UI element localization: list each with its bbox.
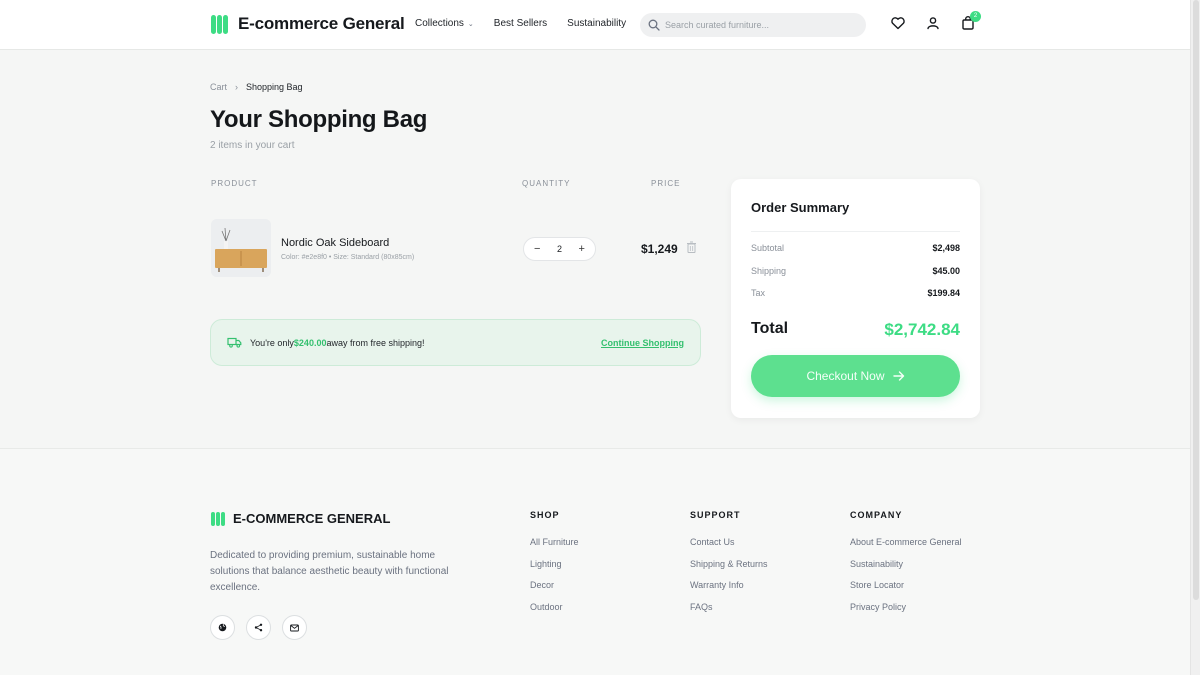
footer-description: Dedicated to providing premium, sustaina…: [210, 550, 449, 593]
subtotal-value: $2,498: [932, 243, 960, 253]
nav-best-sellers-label: Best Sellers: [493, 18, 548, 29]
breadcrumb: Cart › Shopping Bag: [210, 82, 303, 92]
breadcrumb-current: Shopping Bag: [246, 82, 303, 92]
checkout-label: Checkout Now: [806, 369, 885, 383]
column-header-price: PRICE: [651, 179, 681, 188]
mail-icon: [290, 624, 299, 631]
shipping-value: $45.00: [932, 266, 960, 276]
footer-column-company: COMPANY About E-commerce General Sustain…: [850, 510, 962, 623]
globe-button[interactable]: [210, 615, 235, 640]
footer-link[interactable]: Contact Us: [690, 537, 768, 547]
brand-name: E-commerce General: [238, 14, 405, 33]
cart-count-badge: 2: [970, 11, 981, 22]
main-nav: Collections ⌄ Best Sellers Sustainabilit…: [415, 18, 626, 29]
product-variant: Color: #e2e8f0 • Size: Standard (80x85cm…: [281, 254, 415, 261]
subtotal-row: Subtotal $2,498: [751, 243, 960, 253]
chevron-down-icon: ⌄: [467, 20, 474, 28]
footer-link[interactable]: Lighting: [530, 559, 579, 569]
user-icon[interactable]: [925, 15, 941, 31]
item-price: $1,249: [641, 242, 678, 256]
quantity-value: 2: [556, 244, 562, 254]
total-value: $2,742.84: [884, 320, 960, 339]
search-icon: [648, 19, 660, 31]
checkout-button[interactable]: Checkout Now: [751, 355, 960, 397]
brand-logo[interactable]: E-commerce General: [211, 14, 405, 34]
quantity-stepper: − 2 +: [523, 237, 596, 261]
nav-sustainability-label: Sustainability: [567, 18, 627, 29]
footer-link[interactable]: About E-commerce General: [850, 537, 962, 547]
search-bar[interactable]: [640, 13, 866, 37]
footer-link[interactable]: Store Locator: [850, 580, 962, 590]
column-header-quantity: QUANTITY: [522, 179, 571, 188]
globe-icon: [218, 623, 227, 632]
logo-icon: [211, 511, 225, 526]
tax-value: $199.84: [927, 288, 960, 298]
nav-sustainability[interactable]: Sustainability: [567, 18, 626, 29]
footer-link[interactable]: Sustainability: [850, 559, 962, 569]
nav-collections-label: Collections: [415, 18, 464, 29]
footer-link[interactable]: FAQs: [690, 602, 768, 612]
shipping-remaining-amount: $240.00: [293, 337, 327, 348]
sideboard-image: [211, 219, 271, 277]
order-summary-title: Order Summary: [751, 200, 850, 215]
footer-column-shop: SHOP All Furniture Lighting Decor Outdoo…: [530, 510, 579, 623]
footer-link[interactable]: Decor: [530, 580, 579, 590]
footer-brand-logo[interactable]: E-COMMERCE GENERAL: [211, 511, 390, 526]
continue-shopping-link[interactable]: Continue Shopping: [601, 338, 684, 348]
shipping-message-suffix: away from free shipping!: [326, 337, 425, 348]
footer-column-support: SUPPORT Contact Us Shipping & Returns Wa…: [690, 510, 768, 623]
logo-icon: [211, 14, 230, 34]
footer-link[interactable]: Warranty Info: [690, 580, 768, 590]
arrow-right-icon: [892, 371, 904, 381]
trash-icon[interactable]: [686, 241, 697, 253]
footer-support-title: SUPPORT: [690, 510, 741, 520]
footer-link[interactable]: All Furniture: [530, 537, 579, 547]
footer-shop-title: SHOP: [530, 510, 560, 520]
order-summary-card: Order Summary Subtotal $2,498 Shipping $…: [731, 179, 980, 418]
social-links: [210, 615, 307, 640]
page-title: Your Shopping Bag: [210, 106, 428, 133]
column-header-product: PRODUCT: [211, 179, 258, 188]
product-thumbnail[interactable]: [211, 219, 271, 277]
total-label: Total: [751, 320, 789, 337]
scrollbar-thumb[interactable]: [1193, 0, 1199, 600]
footer-brand-name: E-COMMERCE GENERAL: [233, 511, 391, 526]
site-header: E-commerce General Collections ⌄ Best Se…: [0, 0, 1190, 50]
shipping-message-prefix: You're only: [250, 337, 294, 348]
page-scrollbar[interactable]: [1190, 0, 1200, 675]
footer-link[interactable]: Outdoor: [530, 602, 579, 612]
share-icon: [254, 623, 263, 632]
tax-label: Tax: [751, 288, 766, 298]
free-shipping-banner: You're only $240.00 away from free shipp…: [210, 319, 701, 366]
tax-row: Tax $199.84: [751, 288, 960, 298]
footer-link[interactable]: Privacy Policy: [850, 602, 962, 612]
subtotal-label: Subtotal: [751, 243, 785, 253]
shipping-label: Shipping: [751, 266, 787, 276]
site-footer: E-COMMERCE GENERAL Dedicated to providin…: [0, 448, 1190, 675]
product-name[interactable]: Nordic Oak Sideboard: [281, 237, 389, 249]
footer-link[interactable]: Shipping & Returns: [690, 559, 768, 569]
search-input[interactable]: [665, 20, 855, 30]
breadcrumb-cart-link[interactable]: Cart: [210, 82, 227, 92]
nav-collections[interactable]: Collections ⌄: [415, 18, 474, 29]
summary-divider: [751, 231, 960, 232]
items-count: 2 items in your cart: [210, 140, 295, 151]
shipping-row: Shipping $45.00: [751, 266, 960, 276]
decrease-quantity-button[interactable]: −: [534, 243, 540, 255]
footer-company-title: COMPANY: [850, 510, 903, 520]
increase-quantity-button[interactable]: +: [579, 243, 585, 255]
heart-icon[interactable]: [890, 15, 906, 31]
nav-best-sellers[interactable]: Best Sellers: [494, 18, 547, 29]
email-button[interactable]: [282, 615, 307, 640]
breadcrumb-separator: ›: [235, 82, 239, 92]
truck-icon: [227, 337, 242, 348]
share-button[interactable]: [246, 615, 271, 640]
